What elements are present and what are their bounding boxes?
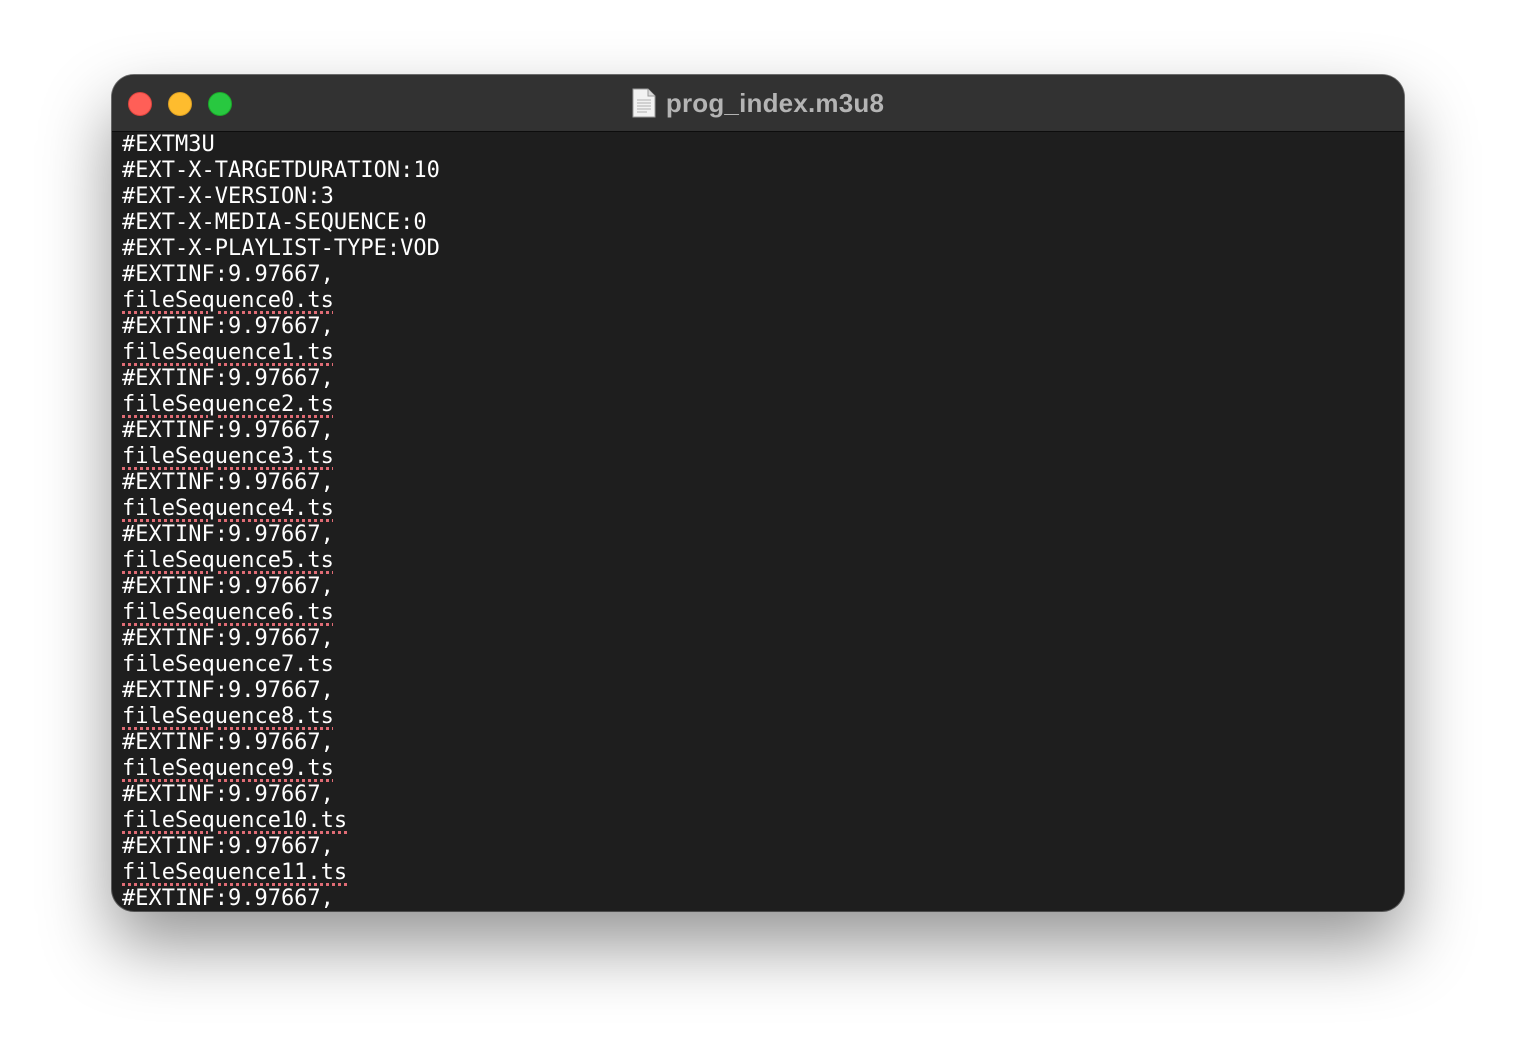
text-line[interactable]: #EXT-X-VERSION:3 — [122, 184, 334, 210]
text-line[interactable]: #EXT-X-MEDIA-SEQUENCE:0 — [122, 210, 427, 236]
text-line-misspelled[interactable]: fileSequence10.ts — [122, 808, 347, 834]
text-line-misspelled[interactable]: fileSequence3.ts — [122, 444, 334, 470]
text-line-misspelled[interactable]: fileSequence8.ts — [122, 704, 334, 730]
text-line-misspelled[interactable]: fileSequence9.ts — [122, 756, 334, 782]
text-editor-area[interactable]: #EXTM3U #EXT-X-TARGETDURATION:10 #EXT-X-VE… — [112, 132, 1404, 911]
text-line[interactable]: #EXTINF:9.97667, — [122, 730, 334, 756]
text-line[interactable]: #EXTINF:9.97667, — [122, 418, 334, 444]
text-line[interactable]: #EXTINF:9.97667, — [122, 522, 334, 548]
text-line[interactable]: #EXTINF:9.97667, — [122, 574, 334, 600]
text-line[interactable]: #EXTINF:9.97667, — [122, 782, 334, 808]
text-line[interactable]: fileSequence7.ts — [122, 652, 334, 678]
text-line-misspelled[interactable]: fileSequence0.ts — [122, 288, 334, 314]
text-line-misspelled[interactable]: fileSequence4.ts — [122, 496, 334, 522]
text-line[interactable]: #EXTINF:9.97667, — [122, 678, 334, 704]
text-line[interactable]: #EXTINF:9.97667, — [122, 262, 334, 288]
window-title: prog_index.m3u8 — [665, 87, 885, 118]
text-line[interactable]: #EXTM3U — [122, 132, 215, 158]
text-line[interactable]: #EXT-X-PLAYLIST-TYPE:VOD — [122, 236, 440, 262]
title-bar[interactable]: prog_index.m3u8 — [112, 75, 1404, 132]
text-line[interactable]: #EXTINF:9.97667, — [122, 366, 334, 392]
text-line-misspelled[interactable]: fileSequence5.ts — [122, 548, 334, 574]
text-line-misspelled[interactable]: fileSequence1.ts — [122, 340, 334, 366]
text-line[interactable]: #EXTINF:9.97667, — [122, 834, 334, 860]
text-line[interactable]: #EXTINF:9.97667, — [122, 470, 334, 496]
text-line-misspelled[interactable]: fileSequence11.ts — [122, 860, 347, 886]
editor-window: prog_index.m3u8 #EXTM3U #EXT-X-TARGETDURA… — [112, 75, 1404, 911]
text-line-misspelled[interactable]: fileSequence2.ts — [122, 392, 334, 418]
window-title-group: prog_index.m3u8 — [112, 75, 1404, 131]
text-line-misspelled[interactable]: fileSequence6.ts — [122, 600, 334, 626]
text-line[interactable]: #EXT-X-TARGETDURATION:10 — [122, 158, 440, 184]
text-line[interactable]: #EXTINF:9.97667, — [122, 314, 334, 340]
document-icon[interactable] — [632, 88, 656, 118]
text-line[interactable]: #EXTINF:9.97667, — [122, 886, 334, 911]
text-line[interactable]: #EXTINF:9.97667, — [122, 626, 334, 652]
